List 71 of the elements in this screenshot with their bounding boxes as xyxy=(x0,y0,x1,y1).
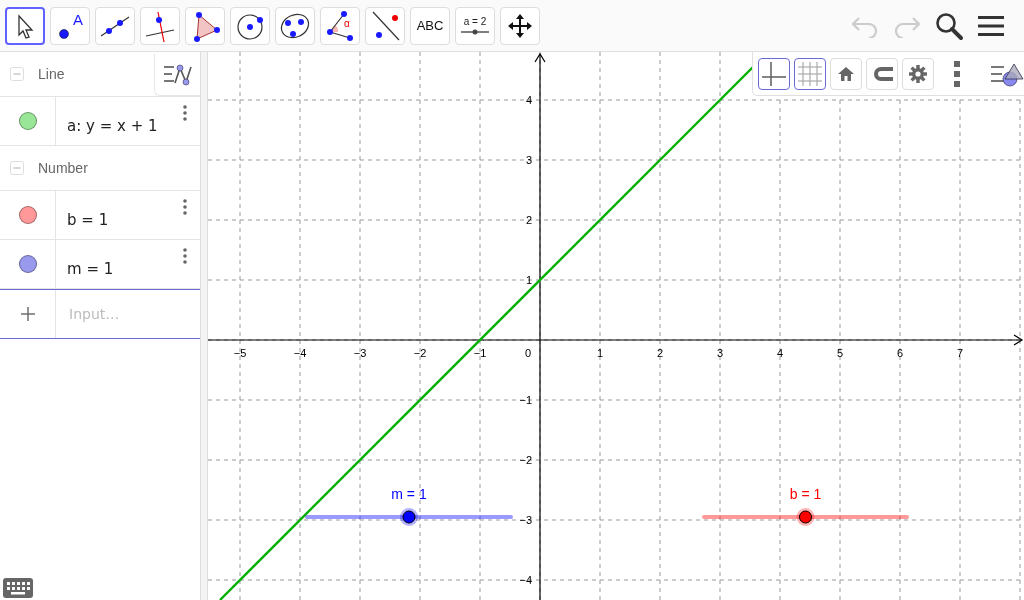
axis-label: 0 xyxy=(524,347,532,359)
axis-label: −3 xyxy=(519,514,532,526)
axis-label: −3 xyxy=(353,347,367,359)
axis-label: −1 xyxy=(519,394,532,406)
axis-label: −5 xyxy=(233,347,247,359)
circle-tool-button[interactable] xyxy=(230,6,270,45)
home-icon xyxy=(837,64,855,83)
visibility-toggle[interactable] xyxy=(18,255,37,273)
algebra-expression[interactable]: a: y = x + 1 xyxy=(67,117,158,135)
more-icon[interactable] xyxy=(183,105,187,121)
settings-icon xyxy=(908,63,928,84)
settings-button[interactable] xyxy=(902,57,934,90)
magnet-icon xyxy=(871,64,893,83)
slider-track[interactable] xyxy=(702,508,909,526)
axis-label: 3 xyxy=(716,347,724,359)
more-icon[interactable] xyxy=(183,199,187,215)
group-title: Number xyxy=(38,160,88,176)
more-icon[interactable] xyxy=(954,60,960,87)
visibility-toggle[interactable] xyxy=(18,206,37,224)
slider-icon xyxy=(460,29,490,35)
slider-track[interactable] xyxy=(305,508,513,526)
grid-toggle-button[interactable] xyxy=(794,57,826,90)
conic-tool-button[interactable] xyxy=(275,6,315,45)
polygon-tool-button[interactable] xyxy=(185,6,225,45)
slider-label: m = 1 xyxy=(391,486,427,502)
algebra-expression[interactable]: m = 1 xyxy=(67,260,114,278)
axes-toggle-button[interactable] xyxy=(758,57,790,90)
home-toggle-button[interactable] xyxy=(830,57,862,90)
snap-toggle-button[interactable] xyxy=(866,57,898,90)
move-tool-button[interactable] xyxy=(5,6,45,45)
algebra-sort-icon xyxy=(161,61,194,88)
input-field[interactable]: Input… xyxy=(67,305,191,323)
angle-icon xyxy=(324,9,356,42)
point-tool-button[interactable]: A xyxy=(50,6,90,45)
line-tool-button[interactable] xyxy=(95,6,135,45)
keyboard-icon[interactable] xyxy=(3,578,33,598)
axis-label: 4 xyxy=(776,347,784,359)
angle-tool-button[interactable]: α xyxy=(320,6,360,45)
menu-icon xyxy=(976,13,1006,38)
perpendicular-tool-button[interactable] xyxy=(140,6,180,45)
pan-tool-button[interactable] xyxy=(500,6,540,45)
plus-icon[interactable] xyxy=(19,306,36,322)
axis-label: 1 xyxy=(596,347,604,359)
axis-label: −2 xyxy=(413,347,427,359)
search-icon xyxy=(934,10,964,41)
algebra-expression[interactable]: b = 1 xyxy=(67,211,109,229)
more-icon[interactable] xyxy=(183,248,187,264)
axis-label: −1 xyxy=(473,347,487,359)
grid-icon xyxy=(797,60,823,87)
axis-label: 3 xyxy=(525,154,532,166)
visibility-toggle[interactable] xyxy=(18,112,37,130)
axis-label: −2 xyxy=(519,454,532,466)
axes-icon xyxy=(761,60,787,87)
axis-label: −4 xyxy=(293,347,307,359)
algebra-sort-button[interactable] xyxy=(154,54,200,96)
axis-label: 7 xyxy=(956,347,964,359)
axis-label: −4 xyxy=(519,574,532,586)
axis-label: 6 xyxy=(896,347,904,359)
axis-label: 2 xyxy=(656,347,664,359)
axis-label: 4 xyxy=(525,94,532,106)
axis-label: 1 xyxy=(525,274,532,286)
slider-tool[interactable]: a = 2 xyxy=(455,6,495,45)
text-tool[interactable]: ABC xyxy=(410,6,450,45)
group-title: Line xyxy=(38,66,65,82)
axis-label: 2 xyxy=(525,214,532,226)
perpendicular-line-icon xyxy=(144,9,176,42)
slider-label: b = 1 xyxy=(789,486,822,502)
slider-thumb[interactable] xyxy=(796,508,815,526)
axis-label: 5 xyxy=(836,347,844,359)
reflect-tool-button[interactable] xyxy=(365,6,405,45)
slider-thumb[interactable] xyxy=(400,508,418,526)
